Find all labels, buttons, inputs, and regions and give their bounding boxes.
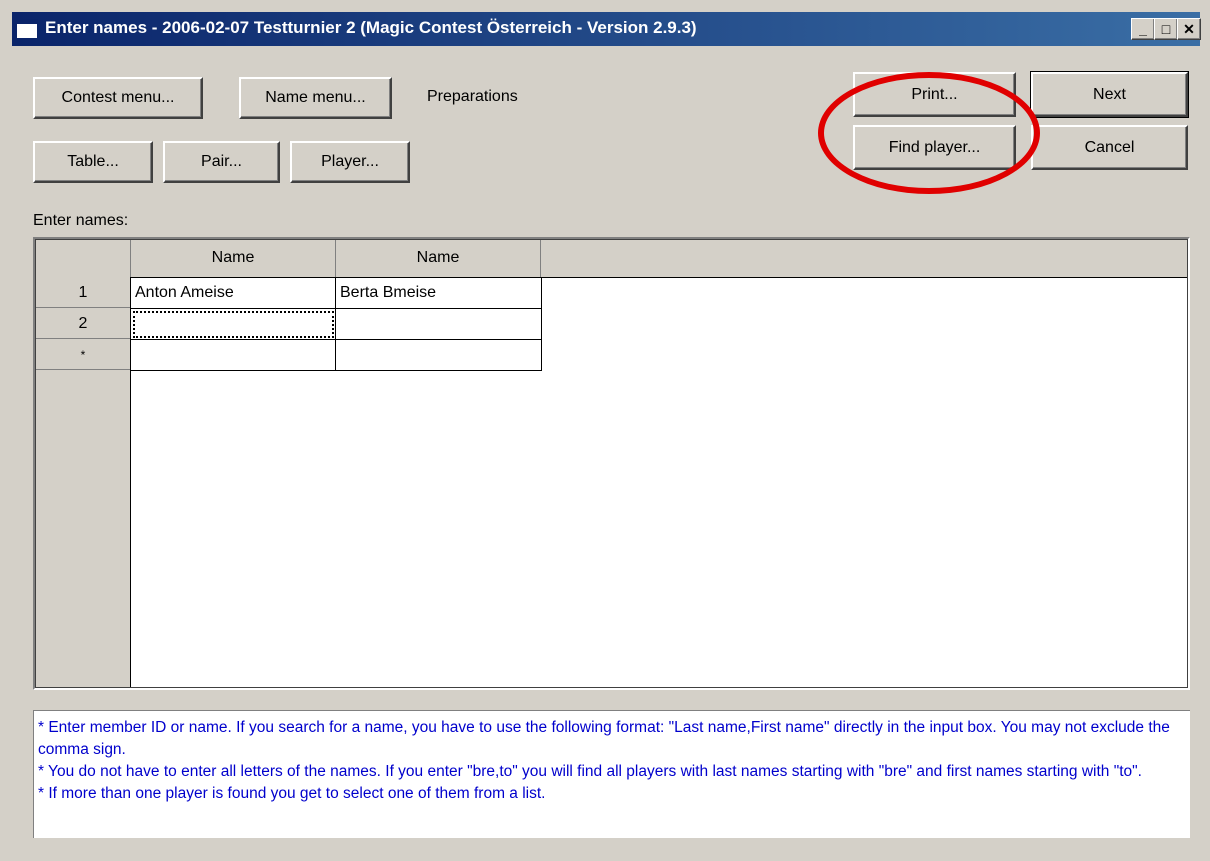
- close-icon[interactable]: ✕: [1177, 18, 1201, 40]
- enter-names-window: Enter names - 2006-02-07 Testturnier 2 (…: [0, 0, 1210, 861]
- maximize-icon[interactable]: □: [1154, 18, 1178, 40]
- help-text-box: * Enter member ID or name. If you search…: [33, 710, 1190, 838]
- grid-cell-focused[interactable]: [131, 309, 336, 340]
- name-menu-button[interactable]: Name menu...: [239, 77, 392, 119]
- grid-cell[interactable]: [131, 340, 336, 371]
- preparations-label: Preparations: [427, 88, 518, 105]
- grid-cell[interactable]: [336, 309, 542, 340]
- grid-corner: [36, 240, 131, 277]
- row-number[interactable]: 2: [36, 309, 130, 339]
- table-button[interactable]: Table...: [33, 141, 153, 183]
- minimize-icon[interactable]: _: [1131, 18, 1155, 40]
- window-title: Enter names - 2006-02-07 Testturnier 2 (…: [45, 18, 697, 37]
- print-button[interactable]: Print...: [853, 72, 1016, 117]
- window-icon: [16, 19, 38, 39]
- grid-cell[interactable]: Anton Ameise: [131, 278, 336, 309]
- grid-cell[interactable]: Berta Bmeise: [336, 278, 542, 309]
- pair-button[interactable]: Pair...: [163, 141, 280, 183]
- cancel-button[interactable]: Cancel: [1031, 125, 1188, 170]
- column-header-name-2[interactable]: Name: [336, 240, 541, 277]
- grid-cell[interactable]: [336, 340, 542, 371]
- help-line-2: * You do not have to enter all letters o…: [38, 763, 1142, 780]
- contest-menu-button[interactable]: Contest menu...: [33, 77, 203, 119]
- next-button[interactable]: Next: [1030, 71, 1189, 118]
- column-header-name-1[interactable]: Name: [131, 240, 336, 277]
- find-player-button[interactable]: Find player...: [853, 125, 1016, 170]
- row-number[interactable]: 1: [36, 278, 130, 308]
- enter-names-label: Enter names:: [33, 212, 129, 229]
- names-grid[interactable]: Name Name 1 Anton Ameise Berta Bmeise 2 …: [33, 237, 1190, 690]
- player-button[interactable]: Player...: [290, 141, 410, 183]
- new-row-marker[interactable]: *: [36, 340, 130, 370]
- help-line-3: * If more than one player is found you g…: [38, 785, 546, 802]
- title-bar[interactable]: Enter names - 2006-02-07 Testturnier 2 (…: [12, 12, 1201, 46]
- help-line-1: * Enter member ID or name. If you search…: [38, 719, 1170, 758]
